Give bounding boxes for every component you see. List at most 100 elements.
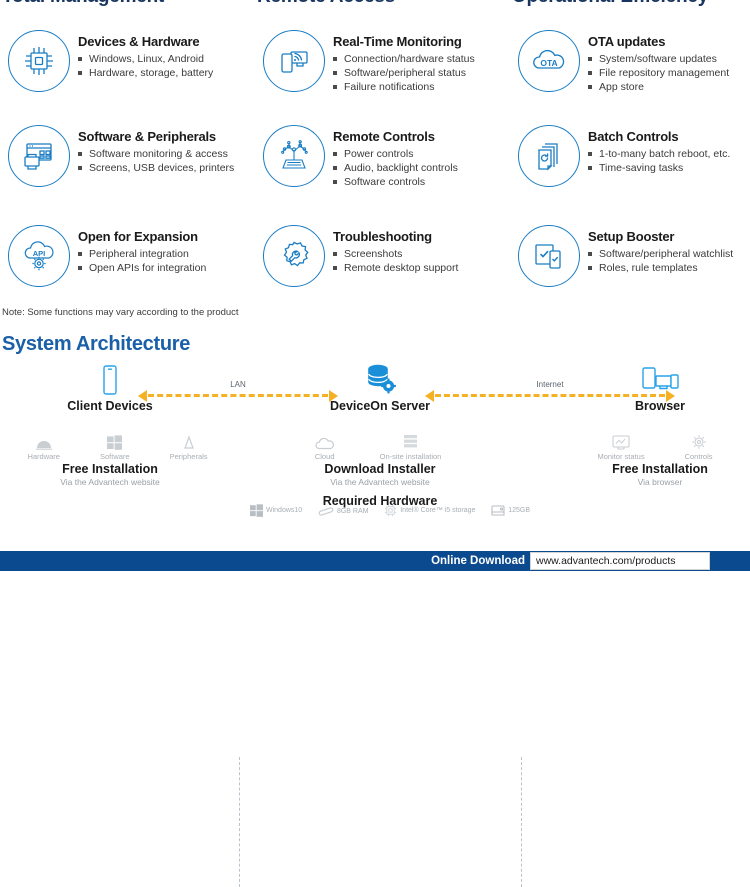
arrow-right-head-icon bbox=[666, 389, 675, 402]
feature-text: Troubleshooting Screenshots Remote deskt… bbox=[333, 225, 458, 275]
feature-bullet: Connection/hardware status bbox=[333, 52, 475, 66]
required-hardware-item: 125GB bbox=[491, 504, 530, 517]
column-heading-remote-access: Remote Access bbox=[255, 0, 510, 8]
android-icon bbox=[27, 432, 60, 450]
feature-bullet: File repository management bbox=[588, 66, 729, 80]
feature-card-troubleshooting: Troubleshooting Screenshots Remote deskt… bbox=[255, 225, 510, 303]
arch-subitem-label: Software bbox=[99, 452, 130, 461]
product-note: Note: Some functions may vary according … bbox=[2, 307, 239, 318]
feature-bullet: Hardware, storage, battery bbox=[78, 66, 213, 80]
feature-bullet: Software/peripheral watchlist bbox=[588, 247, 733, 261]
required-hardware-label: Windows10 bbox=[266, 507, 303, 514]
feature-bullet: Roles, rule templates bbox=[588, 261, 733, 275]
arch-subitem: Software bbox=[100, 432, 130, 461]
feature-grid: Devices & Hardware Windows, Linux, Andro… bbox=[0, 30, 750, 303]
arch-caption-server: Download Installer Via the Advantech web… bbox=[290, 462, 470, 487]
arch-link-label: LAN bbox=[230, 380, 246, 389]
arch-subitem-label: Hardware bbox=[27, 452, 60, 461]
feature-title: Software & Peripherals bbox=[78, 129, 216, 144]
feature-title: Real-Time Monitoring bbox=[333, 34, 462, 49]
feature-card-software-peripherals: Software & Peripherals Software monitori… bbox=[0, 125, 255, 225]
system-architecture-title: System Architecture bbox=[2, 333, 191, 355]
divider-right bbox=[521, 757, 522, 887]
feature-text: Open for Expansion Peripheral integratio… bbox=[78, 225, 206, 275]
arrow-dashes bbox=[148, 394, 328, 397]
arch-caption-title: Free Installation bbox=[62, 462, 158, 476]
arch-caption-browser: Free Installation Via browser bbox=[590, 462, 730, 487]
feature-bullet: Open APIs for integration bbox=[78, 261, 206, 275]
arch-link-label: Internet bbox=[536, 380, 564, 389]
feature-bullet: Remote desktop support bbox=[333, 261, 458, 275]
feature-bullet: Audio, backlight controls bbox=[333, 161, 458, 175]
system-architecture-diagram: Client Devices DeviceOn Server Browser L… bbox=[0, 362, 750, 887]
cpu-icon bbox=[384, 504, 397, 517]
feature-title: Devices & Hardware bbox=[78, 34, 200, 49]
feature-bullets: System/software updates File repository … bbox=[588, 52, 729, 94]
arch-subitem-label: Cloud bbox=[314, 452, 335, 461]
ram-icon bbox=[318, 506, 334, 517]
feature-card-real-time-monitoring: Real-Time Monitoring Connection/hardware… bbox=[255, 30, 510, 125]
online-download-url[interactable]: www.advantech.com/products bbox=[530, 552, 710, 570]
feature-row: Software & Peripherals Software monitori… bbox=[0, 125, 750, 225]
svg-text:API: API bbox=[33, 249, 46, 258]
arch-link-lan: LAN bbox=[138, 380, 338, 402]
arch-subitem-label: Monitor status bbox=[597, 452, 645, 461]
feature-text: Devices & Hardware Windows, Linux, Andro… bbox=[78, 30, 213, 80]
required-hardware-label: 125GB bbox=[508, 507, 530, 514]
arrow-dashes bbox=[435, 394, 665, 397]
feature-title: OTA updates bbox=[588, 34, 666, 49]
feature-card-open-for-expansion: API Open for Expansion Peripheral integr… bbox=[0, 225, 255, 303]
troubleshooting-gear-wrench-icon bbox=[263, 225, 325, 287]
required-hardware-label: 8GB RAM bbox=[336, 508, 369, 515]
feature-text: OTA updates System/software updates File… bbox=[588, 30, 729, 94]
arch-subitem: Controls bbox=[685, 432, 713, 461]
feature-card-batch-controls: Batch Controls 1-to-many batch reboot, e… bbox=[510, 125, 750, 225]
page-root: Total Management Remote Access Operation… bbox=[0, 0, 750, 887]
feature-bullet: Software monitoring & access bbox=[78, 147, 234, 161]
arrow-right-head-icon bbox=[329, 389, 338, 402]
feature-bullets: 1-to-many batch reboot, etc. Time-saving… bbox=[588, 147, 730, 175]
column-heading-operational-efficiency: Operational Efficiency bbox=[510, 0, 750, 8]
arch-subitem: On-site installation bbox=[379, 432, 442, 461]
arch-subitems-server: Cloud On-site installation bbox=[270, 432, 485, 461]
feature-title: Troubleshooting bbox=[333, 229, 432, 244]
arch-subitem: Monitor status bbox=[597, 432, 645, 461]
feature-bullet: Software/peripheral status bbox=[333, 66, 475, 80]
feature-bullet: System/software updates bbox=[588, 52, 729, 66]
feature-title: Setup Booster bbox=[588, 229, 675, 244]
arrow-bidirectional bbox=[138, 389, 338, 402]
feature-row: API Open for Expansion Peripheral integr… bbox=[0, 225, 750, 303]
column-headings: Total Management Remote Access Operation… bbox=[0, 0, 750, 8]
feature-card-ota-updates: OTA OTA updates System/software updates … bbox=[510, 30, 750, 125]
arch-caption-subtitle: Via the Advantech website bbox=[60, 477, 160, 487]
feature-bullet: Windows, Linux, Android bbox=[78, 52, 213, 66]
feature-bullet: Power controls bbox=[333, 147, 458, 161]
cloud-icon bbox=[314, 432, 336, 450]
feature-bullet: Failure notifications bbox=[333, 80, 475, 94]
windows-icon bbox=[250, 504, 263, 517]
software-peripherals-icon bbox=[8, 125, 70, 187]
storage-icon bbox=[491, 504, 505, 517]
arch-caption-subtitle: Via browser bbox=[637, 477, 683, 487]
real-time-monitoring-icon bbox=[263, 30, 325, 92]
arch-subitem: Hardware bbox=[27, 432, 60, 461]
feature-text: Setup Booster Software/peripheral watchl… bbox=[588, 225, 733, 275]
chip-icon bbox=[8, 30, 70, 92]
required-hardware-item: Windows10 bbox=[250, 504, 302, 517]
feature-bullet: Peripheral integration bbox=[78, 247, 206, 261]
arch-subitem-label: Controls bbox=[684, 452, 713, 461]
feature-bullet: 1-to-many batch reboot, etc. bbox=[588, 147, 730, 161]
feature-bullets: Software/peripheral watchlist Roles, rul… bbox=[588, 247, 733, 275]
feature-bullets: Power controls Audio, backlight controls… bbox=[333, 147, 458, 189]
arch-subitem-label: Peripherals bbox=[169, 452, 208, 461]
feature-bullets: Screenshots Remote desktop support bbox=[333, 247, 458, 275]
feature-bullets: Connection/hardware status Software/peri… bbox=[333, 52, 475, 94]
ota-cloud-icon: OTA bbox=[518, 30, 580, 92]
arrow-left-head-icon bbox=[425, 389, 434, 402]
feature-bullets: Windows, Linux, Android Hardware, storag… bbox=[78, 52, 213, 80]
feature-title: Open for Expansion bbox=[78, 229, 198, 244]
api-cloud-gear-icon: API bbox=[8, 225, 70, 287]
column-heading-total-management: Total Management bbox=[0, 0, 255, 8]
arch-subitem-label: On-site installation bbox=[379, 452, 442, 461]
arch-subitem: Peripherals bbox=[170, 432, 208, 461]
